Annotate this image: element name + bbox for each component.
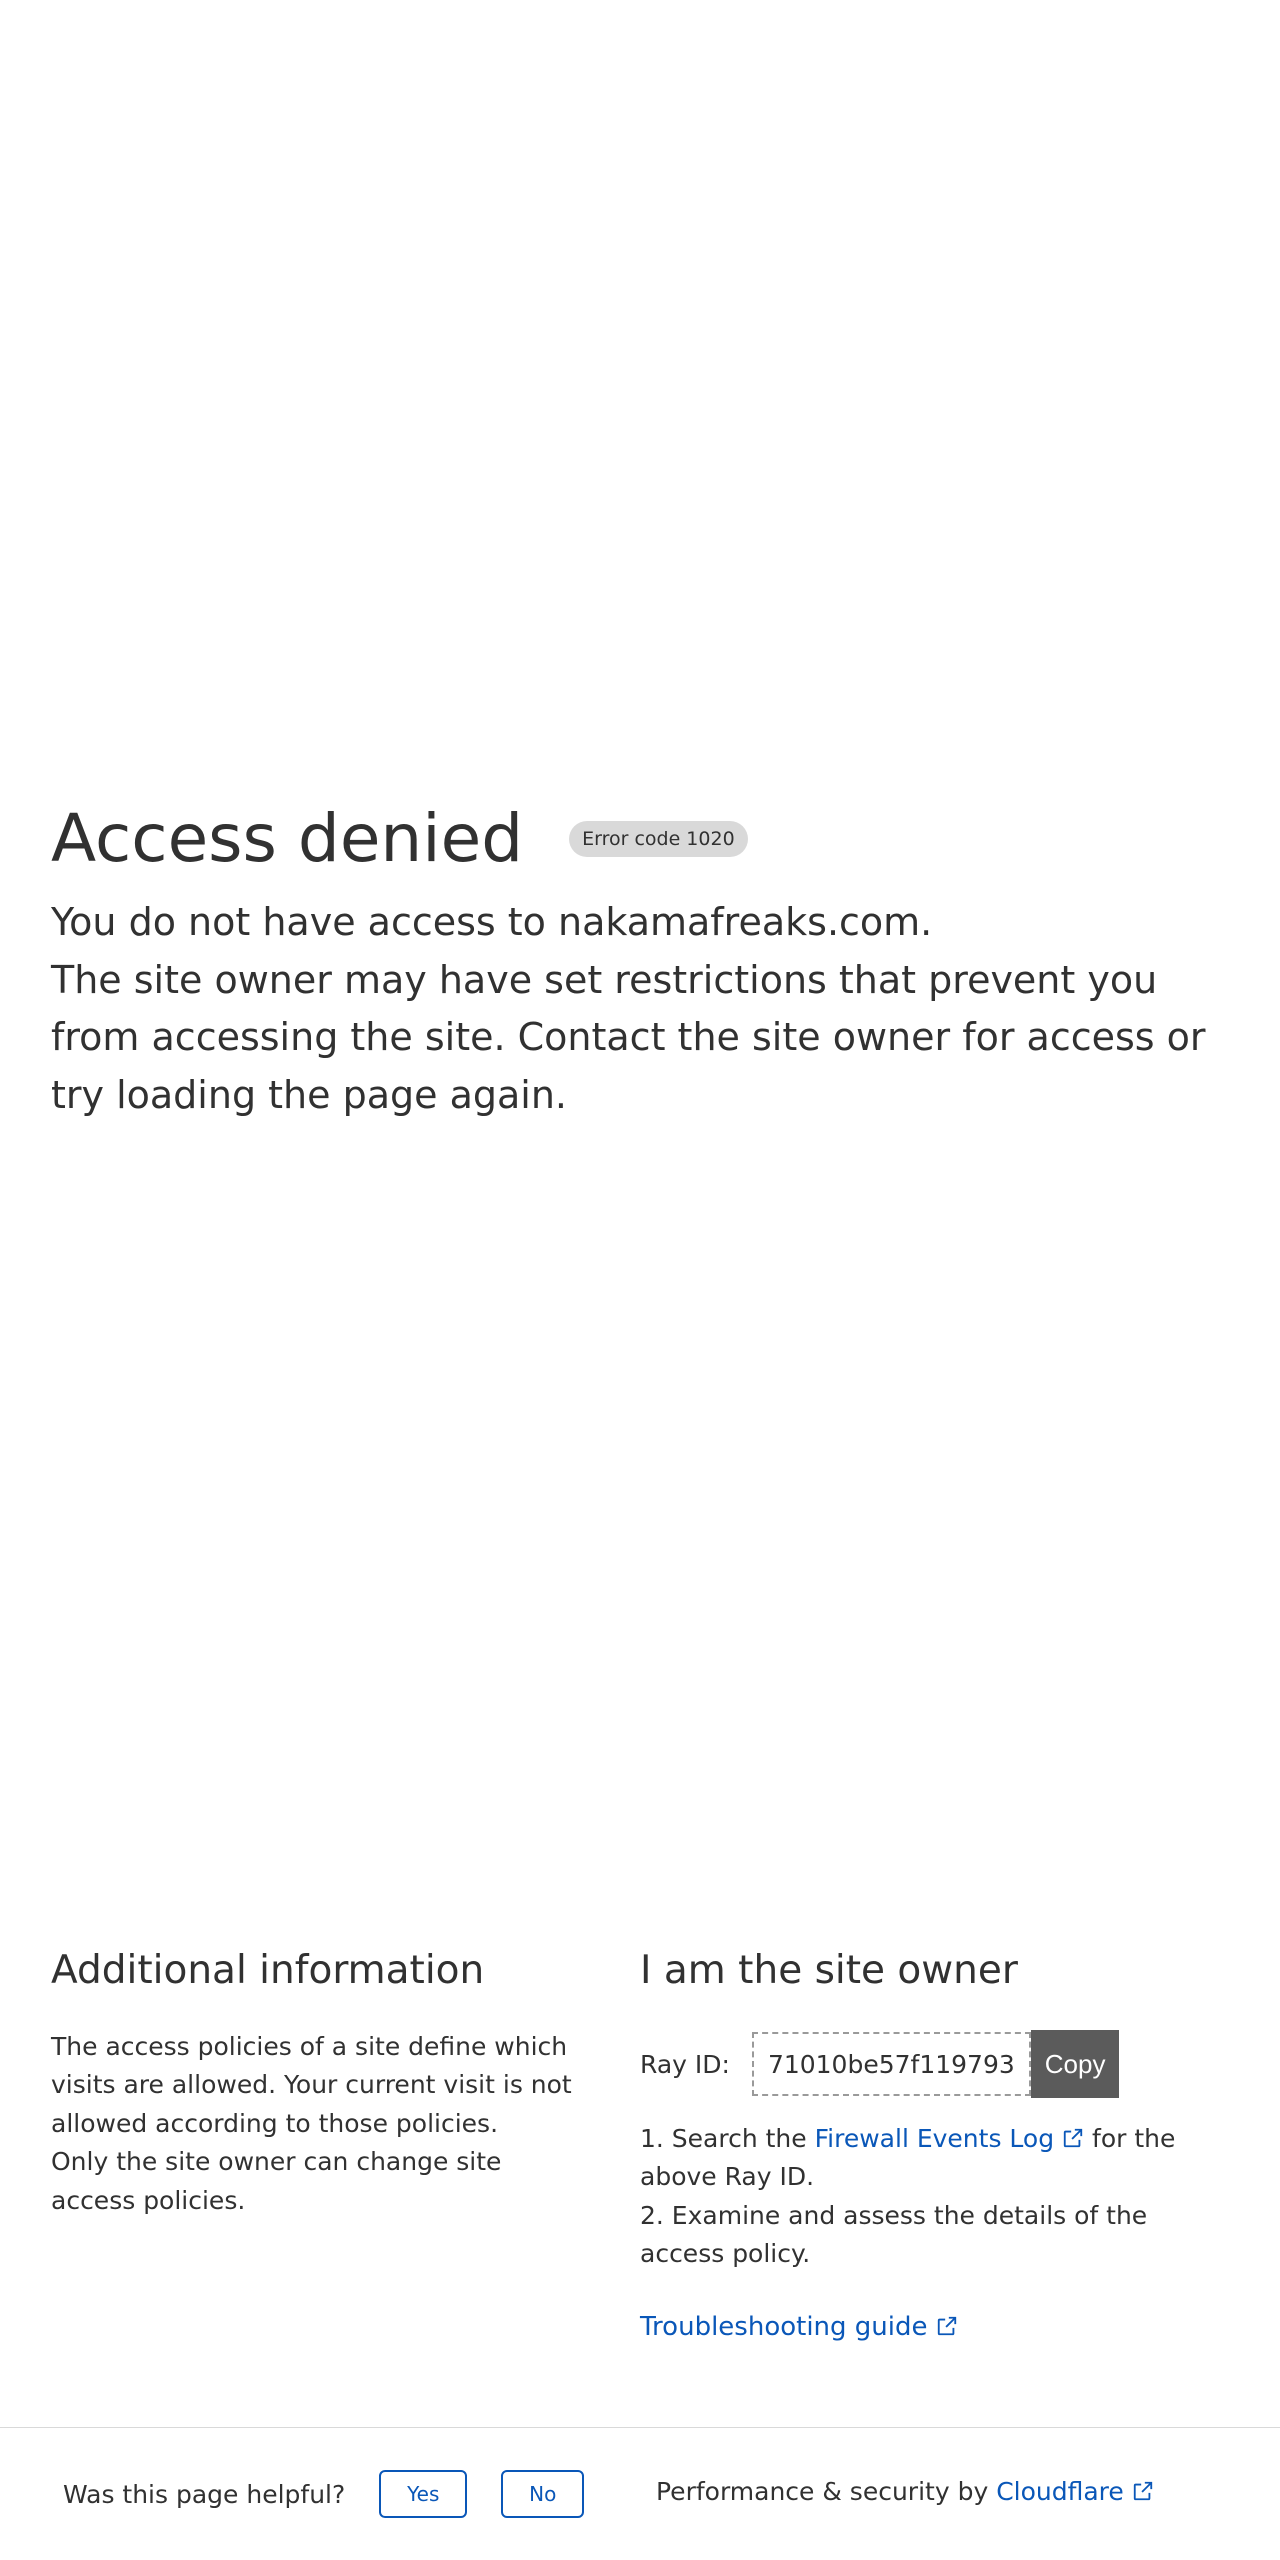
external-link-icon [1133, 2481, 1152, 2501]
ray-id-label: Ray ID: [640, 2049, 730, 2079]
no-button[interactable]: No [501, 2470, 585, 2518]
firewall-events-log-link[interactable]: Firewall Events Log [815, 2124, 1084, 2153]
access-message-line: You do not have access to nakamafreaks.c… [51, 900, 933, 944]
cloudflare-link[interactable]: Cloudflare [996, 2477, 1154, 2506]
ray-id-row: Ray ID: 71010be57f119793 Copy [640, 2030, 1230, 2098]
firewall-events-log-label: Firewall Events Log [814, 2124, 1055, 2153]
feedback-row: Was this page helpful? Yes No [63, 2470, 585, 2518]
copy-button[interactable]: Copy [1030, 2030, 1120, 2098]
cloudflare-label: Cloudflare [996, 2477, 1124, 2506]
yes-button[interactable]: Yes [379, 2470, 468, 2518]
step-1-prefix: 1. Search the [640, 2124, 815, 2153]
external-link-icon [937, 2316, 956, 2335]
heading-row: Access denied Error code 1020 [51, 796, 748, 882]
site-owner-title: I am the site owner [640, 1948, 1018, 1993]
page-title: Access denied [51, 800, 524, 877]
restriction-message: The site owner may have set restrictions… [51, 957, 1206, 1117]
policy-paragraph: The access policies of a site define whi… [51, 2032, 572, 2138]
additional-information-body: The access policies of a site define whi… [51, 2028, 591, 2220]
external-link-icon [1063, 2128, 1083, 2148]
owner-only-paragraph: Only the site owner can change site acce… [51, 2147, 502, 2215]
helpful-question: Was this page helpful? [63, 2479, 346, 2509]
access-denied-message: You do not have access to nakamafreaks.c… [51, 894, 1241, 1124]
troubleshooting-row: Troubleshooting guide [640, 2312, 1230, 2342]
owner-steps: 1. Search the Firewall Events Log for th… [640, 2120, 1230, 2274]
performance-security-credit: Performance & security by Cloudflare [656, 2470, 1154, 2514]
footer-divider [0, 2427, 1280, 2428]
step-2: 2. Examine and assess the details of the… [640, 2200, 1148, 2269]
perf-prefix: Performance & security by [656, 2477, 997, 2506]
step-1: 1. Search the Firewall Events Log for th… [640, 2120, 1230, 2197]
ray-id-value[interactable]: 71010be57f119793 [751, 2032, 1031, 2096]
site-owner-section: I am the site owner Ray ID: 71010be57f11… [640, 1942, 1230, 2342]
additional-information-title: Additional information [51, 1948, 485, 1993]
troubleshooting-guide-link[interactable]: Troubleshooting guide [640, 2312, 958, 2342]
troubleshooting-guide-label: Troubleshooting guide [640, 2311, 928, 2342]
error-code-badge: Error code 1020 [569, 821, 748, 857]
additional-information-section: Additional information The access polici… [51, 1942, 591, 2220]
